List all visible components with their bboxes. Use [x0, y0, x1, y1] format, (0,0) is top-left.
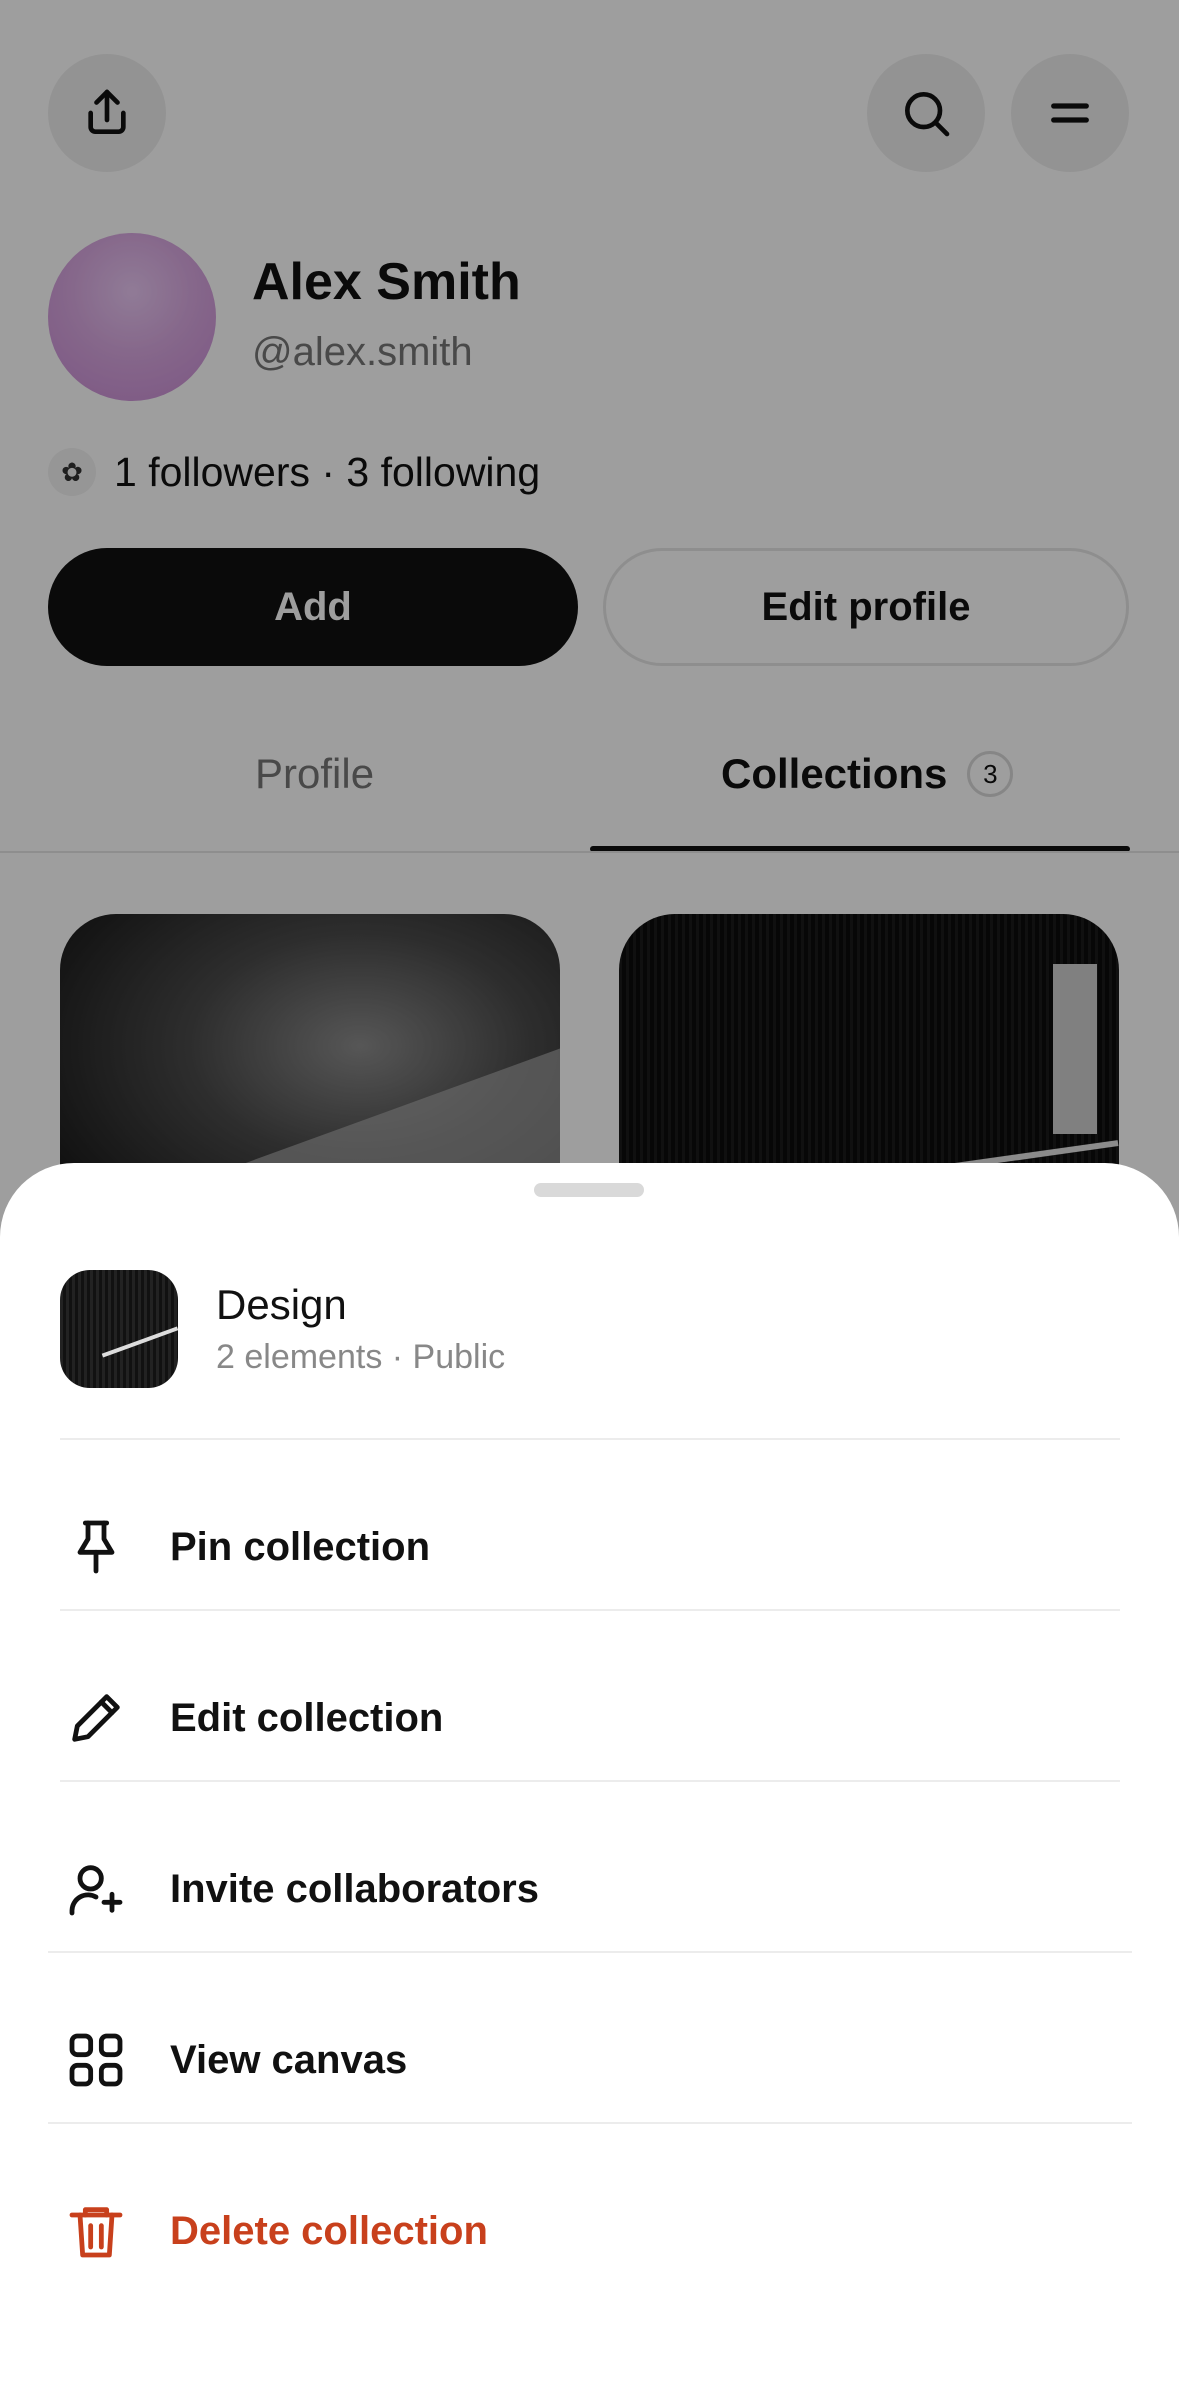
divider	[48, 1951, 1132, 1953]
sheet-grabber[interactable]	[534, 1183, 644, 1197]
delete-collection-item[interactable]: Delete collection	[60, 2195, 488, 2267]
divider	[60, 1609, 1120, 1611]
collection-title: Design	[216, 1281, 347, 1328]
user-plus-icon	[60, 1853, 132, 1925]
edit-collection-item[interactable]: Edit collection	[60, 1682, 443, 1754]
collection-thumbnail	[60, 1270, 178, 1388]
pencil-icon	[60, 1682, 132, 1754]
pin-collection-item[interactable]: Pin collection	[60, 1511, 430, 1583]
collection-subtitle: 2 elements · Public	[216, 1338, 506, 1376]
divider	[60, 1780, 1120, 1782]
menu-item-label: Delete collection	[170, 2208, 488, 2253]
divider	[60, 1438, 1120, 1440]
invite-collaborators-item[interactable]: Invite collaborators	[60, 1853, 539, 1925]
menu-item-label: Invite collaborators	[170, 1866, 539, 1911]
pin-icon	[60, 1511, 132, 1583]
menu-item-label: View canvas	[170, 2037, 408, 2082]
grid-icon	[60, 2024, 132, 2096]
bottom-sheet: Design 2 elements · Public Pin collectio…	[0, 1163, 1179, 2396]
menu-item-label: Edit collection	[170, 1695, 444, 1740]
trash-icon	[60, 2195, 132, 2267]
view-canvas-item[interactable]: View canvas	[60, 2024, 407, 2096]
menu-item-label: Pin collection	[170, 1524, 431, 1569]
divider	[48, 2122, 1132, 2124]
